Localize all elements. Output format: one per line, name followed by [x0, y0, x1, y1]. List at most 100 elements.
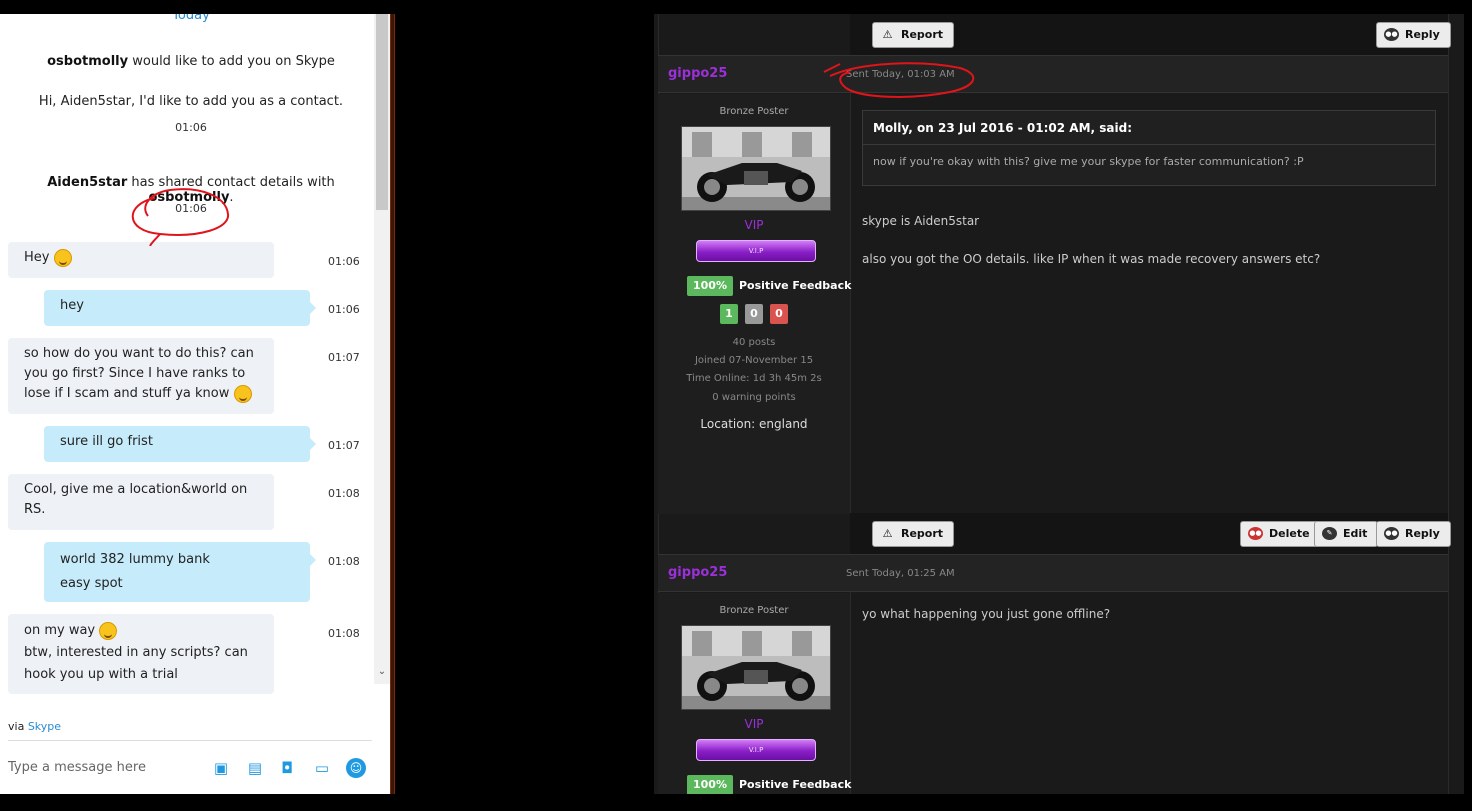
time-online: Time Online: 1d 3h 45m 2s: [686, 373, 822, 384]
post-actions-bar: ⚠ Report ●● Reply: [850, 14, 1451, 56]
edit-button[interactable]: ✎ Edit: [1314, 521, 1379, 547]
message-line: so how do you want to do this? can: [24, 346, 254, 361]
request-message: Hi, Aiden5star, I'd like to add you as a…: [38, 94, 344, 109]
red-scribble-annotation: [131, 188, 230, 246]
message-line: lose if I scam and stuff ya know: [24, 386, 230, 401]
report-label: Report: [901, 28, 944, 41]
avatar[interactable]: [681, 625, 831, 710]
chat-message: so how do you want to do this? can you g…: [8, 338, 274, 414]
message-time: 01:08: [328, 627, 360, 640]
divider: [850, 14, 851, 794]
feedback-summary: 100% Positive Feedback: [687, 276, 857, 296]
contact-request-line: osbotmolly would like to add you on Skyp…: [8, 54, 374, 69]
vip-badge: V.I.P: [696, 739, 816, 761]
post-author-info: Bronze Poster VIP V.I.P 100% Positive Fe…: [658, 593, 851, 794]
contact-card-icon[interactable]: ▭: [313, 760, 331, 776]
warning-icon: ⚠: [882, 28, 893, 41]
request-name: osbotmolly: [47, 54, 129, 69]
message-line: on my way: [24, 623, 96, 638]
chat-message: Cool, give me a location&world on RS.: [8, 474, 274, 530]
message-line: easy spot: [60, 576, 123, 591]
member-group: VIP: [744, 218, 764, 232]
window-separator: [390, 14, 395, 794]
warning-points: 0 warning points: [712, 392, 796, 403]
message-line: you go first? Since I have ranks to: [24, 366, 246, 381]
post-body-line: skype is Aiden5star: [862, 214, 980, 228]
quote-block: Molly, on 23 Jul 2016 - 01:02 AM, said: …: [862, 110, 1436, 186]
chat-message: hey: [44, 290, 316, 326]
message-time: 01:06: [328, 303, 360, 316]
post-header: gippo25 Sent Today, 01:03 AM: [658, 55, 1448, 93]
via-prefix: via: [8, 720, 28, 733]
chat-message: world 382 lummy bank easy spot: [44, 542, 316, 602]
message-text: Hey: [24, 250, 50, 265]
reply-label: Reply: [1405, 527, 1440, 540]
post-count: 40 posts: [732, 337, 776, 348]
negative-feedback-count: 0: [770, 304, 788, 324]
divider: [1448, 14, 1449, 794]
post-header: gippo25 Sent Today, 01:25 AM: [658, 554, 1448, 592]
joined-date: Joined 07-November 15: [694, 355, 814, 366]
report-label: Report: [901, 527, 944, 540]
delete-button[interactable]: ●● Delete: [1240, 521, 1321, 547]
username[interactable]: gippo25: [668, 565, 727, 580]
member-rank: Bronze Poster: [719, 106, 789, 117]
member-rank: Bronze Poster: [719, 605, 789, 616]
feedback-label[interactable]: Positive Feedback: [739, 279, 851, 292]
chat-message: on my way btw, interested in any scripts…: [8, 614, 274, 694]
message-time: 01:08: [328, 555, 360, 568]
vip-badge: V.I.P: [696, 240, 816, 262]
edit-label: Edit: [1343, 527, 1368, 540]
delete-label: Delete: [1269, 527, 1310, 540]
quote-body: now if you're okay with this? give me yo…: [873, 155, 1304, 168]
camera-icon[interactable]: ▣: [212, 760, 230, 776]
delete-bubble-icon: ●●: [1248, 527, 1263, 540]
skype-link[interactable]: Skype: [28, 720, 61, 733]
post-body-line: yo what happening you just gone offline?: [862, 607, 1111, 621]
feedback-percent: 100%: [687, 775, 733, 794]
chat-scrollbar[interactable]: ⌄: [374, 14, 390, 684]
share-user: Aiden5star: [47, 175, 128, 190]
username[interactable]: gippo25: [668, 66, 727, 81]
neutral-feedback-count: 0: [745, 304, 763, 324]
edit-bubble-icon: ✎: [1322, 527, 1337, 540]
chevron-down-icon[interactable]: ⌄: [376, 666, 388, 680]
feedback-summary: 100% Positive Feedback: [687, 775, 857, 794]
scroll-thumb[interactable]: [376, 14, 388, 210]
speech-bubble-icon: ●●: [1384, 527, 1399, 540]
post-timestamp: Sent Today, 01:25 AM: [846, 568, 955, 579]
chat-message: Hey: [8, 242, 274, 278]
tongue-emoji-icon: [99, 621, 118, 640]
smile-emoji-icon: [53, 248, 72, 267]
message-time: 01:07: [328, 439, 360, 452]
message-history: Today osbotmolly would like to add you o…: [8, 14, 374, 694]
quote-header: Molly, on 23 Jul 2016 - 01:02 AM, said:: [863, 111, 1435, 145]
skype-chat-panel: Today osbotmolly would like to add you o…: [0, 14, 390, 794]
file-icon[interactable]: ▤: [246, 760, 264, 776]
emoticon-icon[interactable]: ☺: [346, 758, 366, 778]
message-line: world 382 lummy bank: [60, 552, 210, 567]
positive-feedback-count: 1: [720, 304, 738, 324]
message-input[interactable]: Type a message here: [8, 760, 146, 775]
reply-button[interactable]: ●● Reply: [1376, 22, 1451, 48]
forum-panel: ⚠ Report ●● Reply gippo25 Sent Today, 01:0…: [654, 14, 1464, 794]
message-text: hey: [60, 298, 84, 313]
via-skype-label: via Skype: [8, 720, 61, 733]
avatar[interactable]: [681, 126, 831, 211]
message-line: hook you up with a trial: [24, 667, 178, 682]
reply-label: Reply: [1405, 28, 1440, 41]
message-time: 01:08: [328, 487, 360, 500]
video-message-icon[interactable]: ◘: [278, 760, 296, 776]
tongue-emoji-icon: [233, 384, 252, 403]
reply-button[interactable]: ●● Reply: [1376, 521, 1451, 547]
location: Location: england: [700, 417, 808, 431]
chat-message: sure ill go frist: [44, 426, 316, 462]
message-line: RS.: [24, 502, 46, 517]
report-button[interactable]: ⚠ Report: [872, 22, 955, 48]
feedback-label[interactable]: Positive Feedback: [739, 778, 851, 791]
post-actions-bar: ⚠ Report ●● Delete ✎ Edit ●● Reply: [850, 513, 1451, 555]
message-time: 01:07: [328, 351, 360, 364]
report-button[interactable]: ⚠ Report: [872, 521, 955, 547]
request-text: would like to add you on Skype: [128, 54, 335, 69]
message-line: Cool, give me a location&world on: [24, 482, 248, 497]
